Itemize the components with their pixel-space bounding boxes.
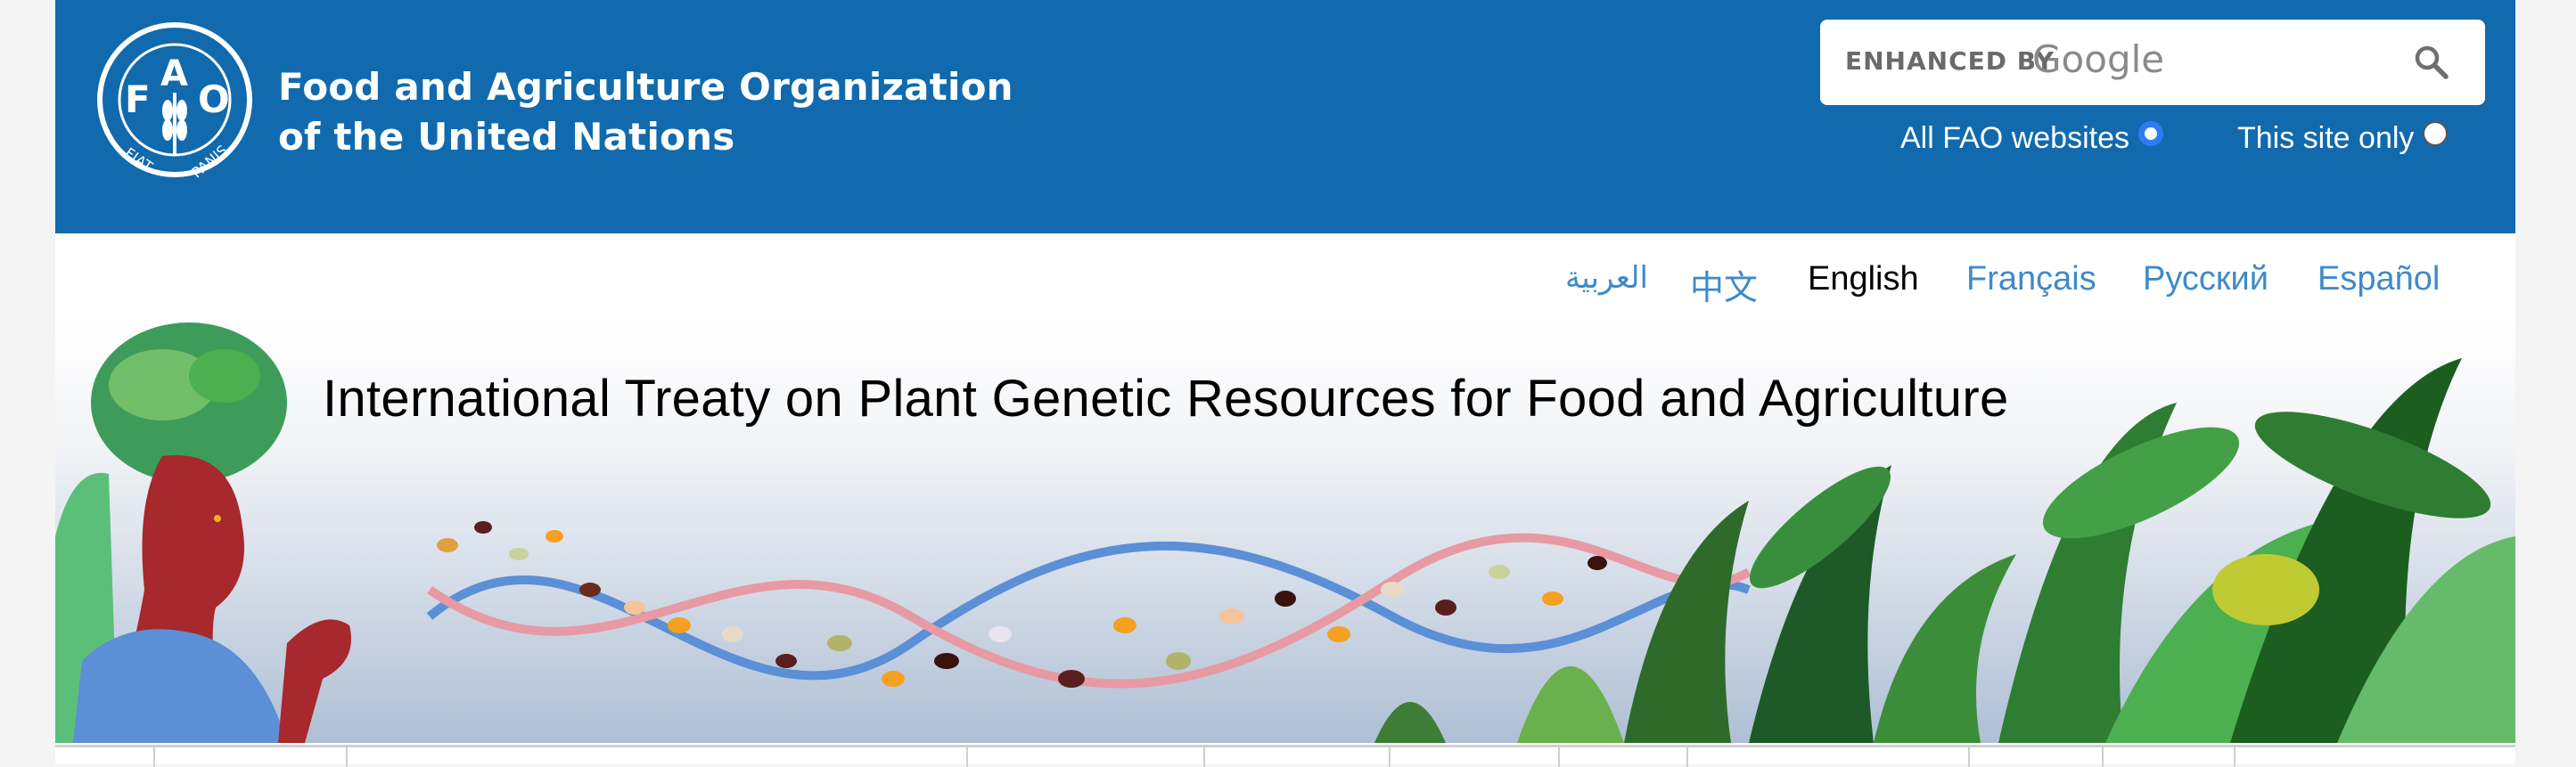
scope-site-radio[interactable] <box>2423 120 2449 146</box>
woman-figure <box>55 322 351 743</box>
lang-chinese[interactable]: 中文 <box>1690 260 1758 309</box>
lang-arabic[interactable]: العربية <box>1565 260 1648 296</box>
lang-russian[interactable]: Русский <box>2143 260 2268 298</box>
lang-spanish[interactable]: Español <box>2318 260 2440 298</box>
search-box: ENHANCED BY Google <box>1820 20 2485 105</box>
lang-french[interactable]: Français <box>1966 260 2096 298</box>
search-input[interactable] <box>1834 32 2391 93</box>
scope-all-option[interactable]: All FAO websites <box>1900 120 2163 156</box>
search-icon[interactable] <box>2412 43 2451 82</box>
org-name-line1: Food and Agriculture Organization <box>278 65 1013 109</box>
scope-all-radio[interactable] <box>2137 120 2163 146</box>
svg-text:O: O <box>198 78 230 121</box>
site-header: F A O FIAT PANIS Food and Agriculture Or… <box>55 0 2515 233</box>
treaty-banner: International Treaty on Plant Genetic Re… <box>55 322 2515 743</box>
scope-site-option[interactable]: This site only <box>2237 120 2449 156</box>
org-name[interactable]: Food and Agriculture Organization of the… <box>278 62 1013 162</box>
lang-english: English <box>1808 260 1919 298</box>
svg-text:F: F <box>125 78 151 121</box>
language-bar: العربية 中文 English Français Русский Espa… <box>55 233 2515 322</box>
svg-text:A: A <box>160 53 188 94</box>
logo-motto-right: PANIS <box>188 142 231 178</box>
page-title: International Treaty on Plant Genetic Re… <box>323 370 2009 428</box>
scope-all-label: All FAO websites <box>1900 121 2129 155</box>
page-container: F A O FIAT PANIS Food and Agriculture Or… <box>55 0 2515 767</box>
org-name-line2: of the United Nations <box>278 115 735 159</box>
main-nav-bar <box>55 745 2515 767</box>
fao-logo[interactable]: F A O FIAT PANIS <box>96 21 253 178</box>
scope-site-label: This site only <box>2237 121 2415 155</box>
